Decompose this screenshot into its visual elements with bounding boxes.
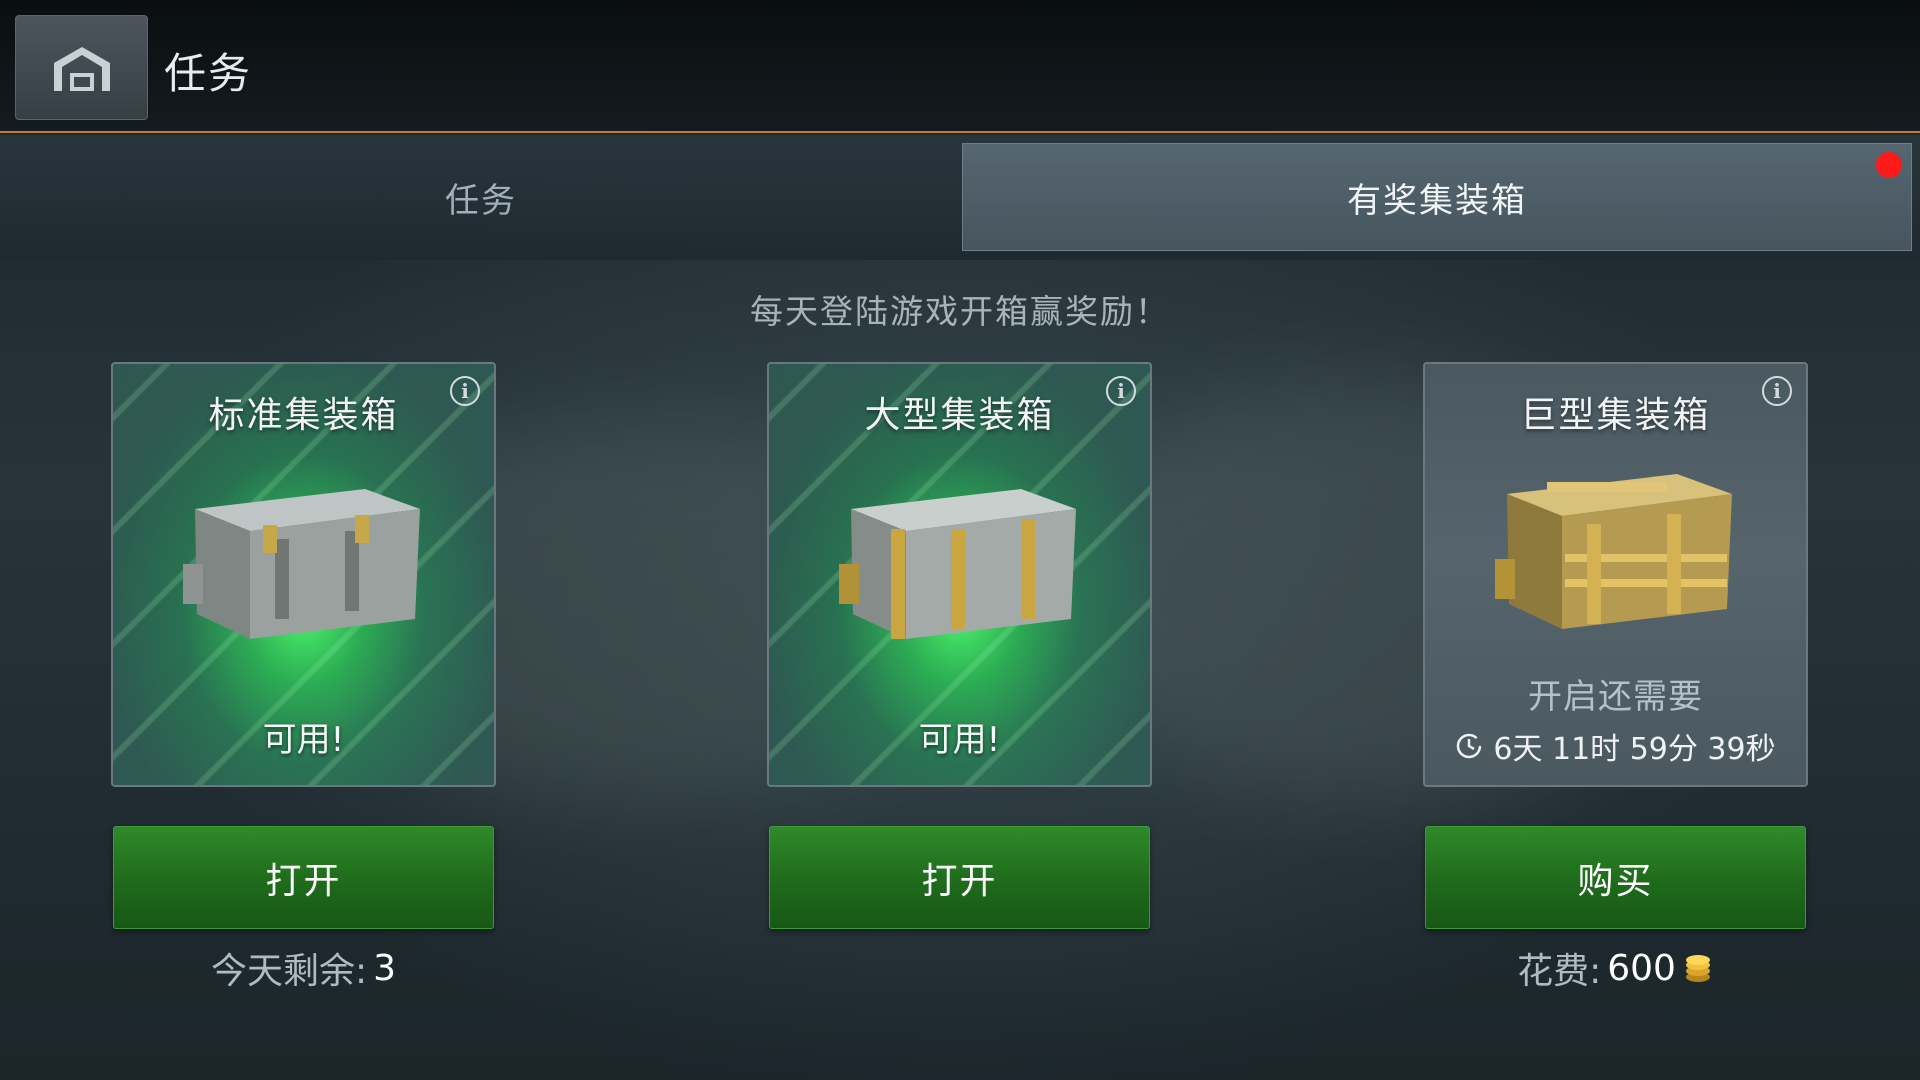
crate-cost: 花费: 600 (1423, 942, 1808, 994)
unlock-label: 开启还需要 (1528, 677, 1703, 717)
info-icon[interactable]: i (450, 376, 480, 406)
clock-icon (1457, 733, 1482, 759)
top-header: 任务 (0, 0, 1920, 133)
tab-bar: 任务 有奖集装箱 (0, 135, 1920, 260)
timer-value: 6天 11时 59分 39秒 (1493, 732, 1776, 767)
crate-card-huge[interactable]: 巨型集装箱 i 开启还需要 6天 11时 59分 39秒 (1423, 362, 1808, 787)
crate-title: 大型集装箱 (864, 395, 1055, 436)
gold-crate-image (1495, 474, 1732, 629)
silver-gold-crate-image (839, 489, 1076, 639)
notification-badge (1876, 152, 1902, 178)
info-icon[interactable]: i (1762, 376, 1792, 406)
home-icon (54, 47, 110, 91)
remaining-count: 3 (373, 947, 397, 989)
home-button[interactable] (15, 15, 148, 120)
silver-crate-image (183, 489, 420, 639)
cost-value: 600 (1607, 947, 1676, 989)
open-standard-crate-button[interactable]: 打开 (113, 826, 494, 929)
crate-card-large[interactable]: 大型集装箱 i 可用! (767, 362, 1152, 787)
crate-card-standard[interactable]: 标准集装箱 i 可用! (111, 362, 496, 787)
crate-title: 标准集装箱 (208, 395, 399, 436)
crate-title: 巨型集装箱 (1520, 395, 1711, 436)
crate-status: 可用! (262, 720, 345, 760)
buy-huge-crate-button[interactable]: 购买 (1425, 826, 1806, 929)
gold-coins-icon (1685, 955, 1710, 982)
unlock-timer-block: 开启还需要 6天 11时 59分 39秒 (1425, 669, 1806, 768)
cost-label: 花费: (1517, 951, 1602, 992)
tab-reward-crates[interactable]: 有奖集装箱 (962, 143, 1912, 251)
open-large-crate-button[interactable]: 打开 (769, 826, 1150, 929)
crate-status: 可用! (918, 720, 1001, 760)
info-icon[interactable]: i (1106, 376, 1136, 406)
page-title: 任务 (164, 49, 253, 98)
unlock-timer: 6天 11时 59分 39秒 (1425, 724, 1806, 768)
daily-reward-subtitle: 每天登陆游戏开箱赢奖励！ (750, 292, 1170, 331)
tab-missions[interactable]: 任务 (0, 143, 962, 251)
remaining-today: 今天剩余: 3 (111, 942, 496, 994)
remaining-label: 今天剩余: (210, 951, 368, 992)
